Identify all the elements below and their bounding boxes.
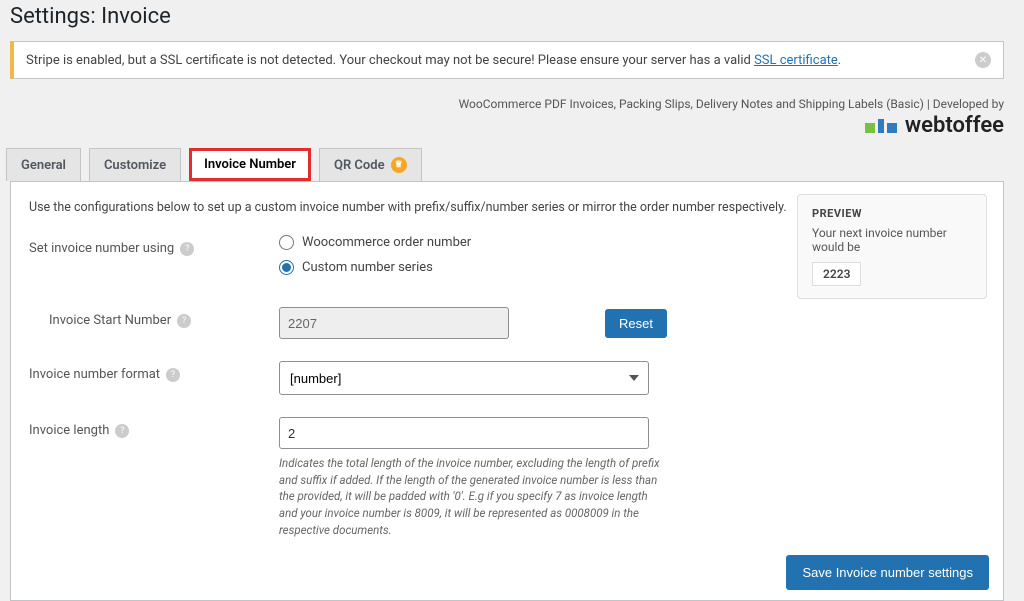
invoice-number-format-label: Invoice number format	[29, 367, 160, 382]
ssl-warning-notice: Stripe is enabled, but a SSL certificate…	[10, 41, 1004, 79]
invoice-length-input[interactable]	[279, 417, 649, 449]
reset-button[interactable]: Reset	[605, 309, 667, 338]
invoice-format-select[interactable]	[279, 361, 649, 395]
set-invoice-using-label: Set invoice number using	[29, 241, 174, 256]
save-invoice-number-button[interactable]: Save Invoice number settings	[786, 555, 989, 590]
tab-panel-invoice-number: Use the configurations below to set up a…	[10, 181, 1004, 601]
page-title: Settings: Invoice	[10, 0, 1004, 37]
tab-qr-code[interactable]: QR Code ♕	[319, 148, 422, 181]
help-icon[interactable]: ?	[177, 314, 191, 328]
help-icon[interactable]: ?	[180, 242, 194, 256]
tab-customize[interactable]: Customize	[89, 148, 181, 181]
premium-crown-icon: ♕	[391, 157, 407, 173]
notice-text: Stripe is enabled, but a SSL certificate…	[26, 53, 841, 68]
tab-general[interactable]: General	[6, 148, 81, 181]
preview-heading: PREVIEW	[812, 207, 972, 220]
invoice-length-hint: Indicates the total length of the invoic…	[279, 455, 669, 538]
preview-box: PREVIEW Your next invoice number would b…	[797, 194, 987, 299]
invoice-start-number-input[interactable]	[279, 307, 509, 339]
dismiss-notice-button[interactable]: ✕	[975, 52, 991, 68]
radio-wc-order-number[interactable]: Woocommerce order number	[279, 235, 779, 250]
tab-bar: General Customize Invoice Number QR Code…	[6, 148, 1004, 181]
invoice-length-label: Invoice length	[29, 423, 109, 438]
preview-number: 2223	[812, 262, 861, 286]
credit-line: WooCommerce PDF Invoices, Packing Slips,…	[10, 97, 1004, 111]
tab-invoice-number[interactable]: Invoice Number	[189, 148, 311, 181]
invoice-start-number-label: Invoice Start Number	[49, 313, 171, 328]
help-icon[interactable]: ?	[115, 424, 129, 438]
chevron-down-icon	[629, 375, 639, 381]
radio-custom-series[interactable]: Custom number series	[279, 260, 779, 275]
preview-text: Your next invoice number would be	[812, 226, 972, 254]
ssl-certificate-link[interactable]: SSL certificate	[754, 53, 838, 68]
webtoffee-logo: webtoffee	[865, 113, 1004, 138]
help-icon[interactable]: ?	[166, 368, 180, 382]
